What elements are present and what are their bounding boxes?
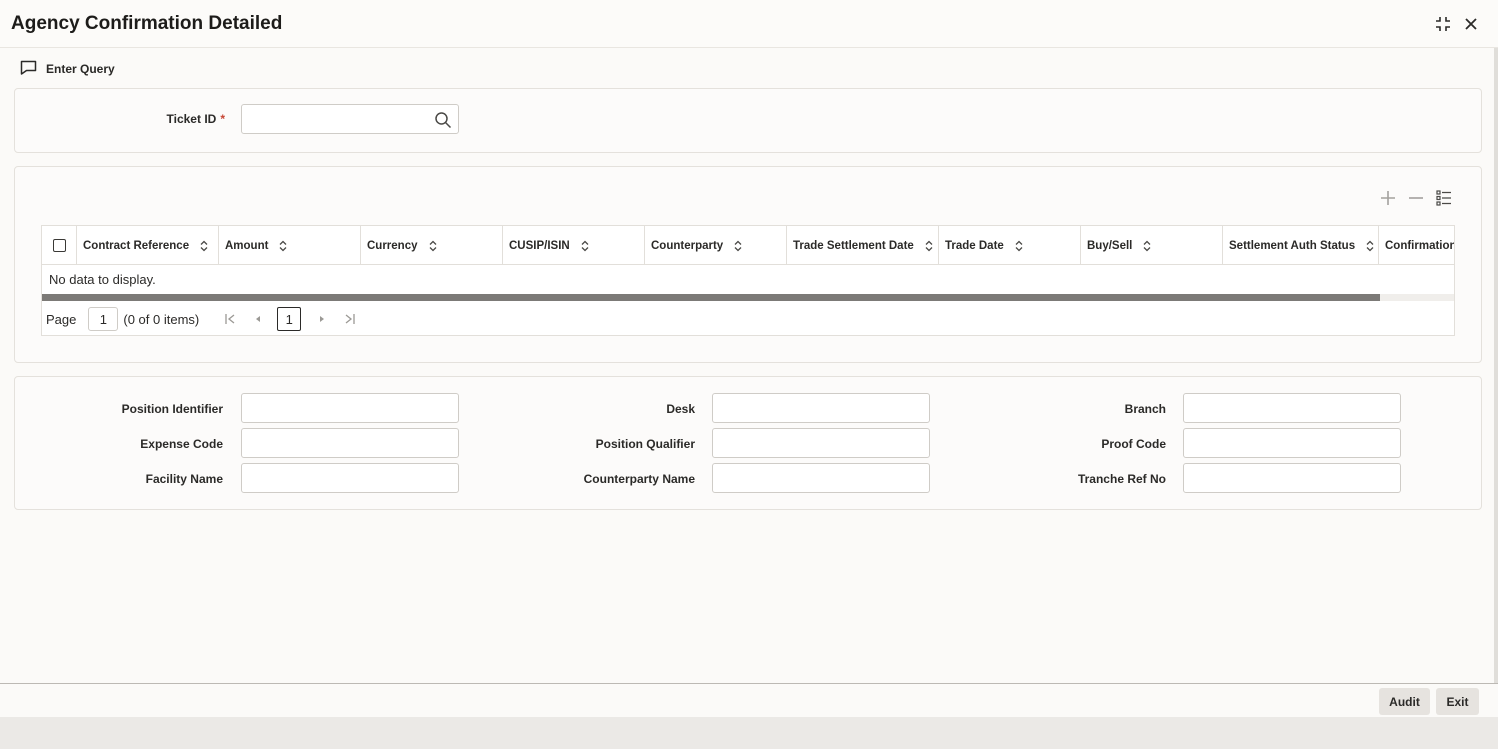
page-title: Agency Confirmation Detailed xyxy=(11,13,283,34)
sort-icon[interactable] xyxy=(1142,240,1152,252)
desk-field[interactable] xyxy=(712,393,930,423)
enter-query-label: Enter Query xyxy=(46,62,115,76)
proof-code-label: Proof Code xyxy=(1101,437,1166,451)
counterparty-name-label: Counterparty Name xyxy=(583,472,695,486)
sort-icon[interactable] xyxy=(199,240,209,252)
ticket-id-label: Ticket ID * xyxy=(166,112,225,126)
position-identifier-field[interactable] xyxy=(241,393,459,423)
comment-icon xyxy=(20,60,37,78)
exit-button[interactable]: Exit xyxy=(1436,688,1479,715)
last-page-icon[interactable] xyxy=(343,312,357,326)
pagination: Page 1 (0 of 0 items) 1 xyxy=(42,301,1454,335)
column-settlement-auth-status[interactable]: Settlement Auth Status xyxy=(1223,226,1379,265)
remove-icon[interactable] xyxy=(1407,189,1425,207)
counterparty-name-field[interactable] xyxy=(712,463,930,493)
audit-button[interactable]: Audit xyxy=(1379,688,1430,715)
proof-code-field[interactable] xyxy=(1183,428,1401,458)
next-page-icon[interactable] xyxy=(315,312,329,326)
tranche-ref-no-label: Tranche Ref No xyxy=(1077,472,1166,486)
column-buy-sell[interactable]: Buy/Sell xyxy=(1081,226,1223,265)
enter-query-button[interactable]: Enter Query xyxy=(20,60,115,78)
column-trade-date[interactable]: Trade Date xyxy=(939,226,1081,265)
column-currency[interactable]: Currency xyxy=(361,226,503,265)
facility-name-label: Facility Name xyxy=(145,472,223,486)
select-all-cell xyxy=(42,226,77,265)
search-icon[interactable] xyxy=(434,111,452,129)
grid-toolbar xyxy=(1379,189,1453,207)
desk-label: Desk xyxy=(666,402,695,416)
footer-bar: Audit Exit xyxy=(0,683,1498,717)
column-amount[interactable]: Amount xyxy=(219,226,361,265)
sort-icon[interactable] xyxy=(1365,240,1375,252)
expense-code-label: Expense Code xyxy=(140,437,223,451)
sort-icon[interactable] xyxy=(428,240,438,252)
column-list-icon[interactable] xyxy=(1435,189,1453,207)
sort-icon[interactable] xyxy=(1014,240,1024,252)
tranche-ref-no-field[interactable] xyxy=(1183,463,1401,493)
vertical-scrollbar[interactable] xyxy=(1494,48,1498,683)
horizontal-scrollbar[interactable] xyxy=(42,294,1454,301)
ticket-id-input[interactable] xyxy=(242,105,458,133)
details-panel: Position Identifier Expense Code Facilit… xyxy=(14,376,1482,510)
page-label: Page xyxy=(46,311,77,327)
ticket-id-field[interactable] xyxy=(241,104,459,134)
header-panel: Ticket ID * xyxy=(14,88,1482,153)
table-header: Contract Reference Amount Currency CUSIP… xyxy=(42,226,1454,265)
prev-page-icon[interactable] xyxy=(251,312,265,326)
sort-icon[interactable] xyxy=(278,240,288,252)
column-confirmation-status[interactable]: Confirmation S xyxy=(1379,226,1454,265)
empty-message: No data to display. xyxy=(49,272,156,287)
page-number-input[interactable]: 1 xyxy=(88,307,119,331)
status-strip xyxy=(0,717,1498,749)
grid-panel: Contract Reference Amount Currency CUSIP… xyxy=(14,166,1482,363)
position-qualifier-label: Position Qualifier xyxy=(595,437,695,451)
sort-icon[interactable] xyxy=(924,240,934,252)
column-cusip-isin[interactable]: CUSIP/ISIN xyxy=(503,226,645,265)
close-icon[interactable] xyxy=(1461,14,1481,34)
scrollbar-thumb[interactable] xyxy=(42,294,1380,301)
position-qualifier-field[interactable] xyxy=(712,428,930,458)
sort-icon[interactable] xyxy=(580,240,590,252)
column-counterparty[interactable]: Counterparty xyxy=(645,226,787,265)
select-all-checkbox[interactable] xyxy=(53,239,66,252)
branch-field[interactable] xyxy=(1183,393,1401,423)
item-count: (0 of 0 items) xyxy=(123,311,200,327)
facility-name-field[interactable] xyxy=(241,463,459,493)
confirmation-table: Contract Reference Amount Currency CUSIP… xyxy=(41,225,1455,336)
branch-label: Branch xyxy=(1124,402,1166,416)
first-page-icon[interactable] xyxy=(223,312,237,326)
title-bar: Agency Confirmation Detailed xyxy=(0,0,1498,48)
current-page-button[interactable]: 1 xyxy=(277,307,302,331)
column-trade-settlement-date[interactable]: Trade Settlement Date xyxy=(787,226,939,265)
sort-icon[interactable] xyxy=(733,240,743,252)
add-icon[interactable] xyxy=(1379,189,1397,207)
position-identifier-label: Position Identifier xyxy=(121,402,223,416)
minimize-icon[interactable] xyxy=(1433,14,1453,34)
expense-code-field[interactable] xyxy=(241,428,459,458)
column-contract-reference[interactable]: Contract Reference xyxy=(77,226,219,265)
